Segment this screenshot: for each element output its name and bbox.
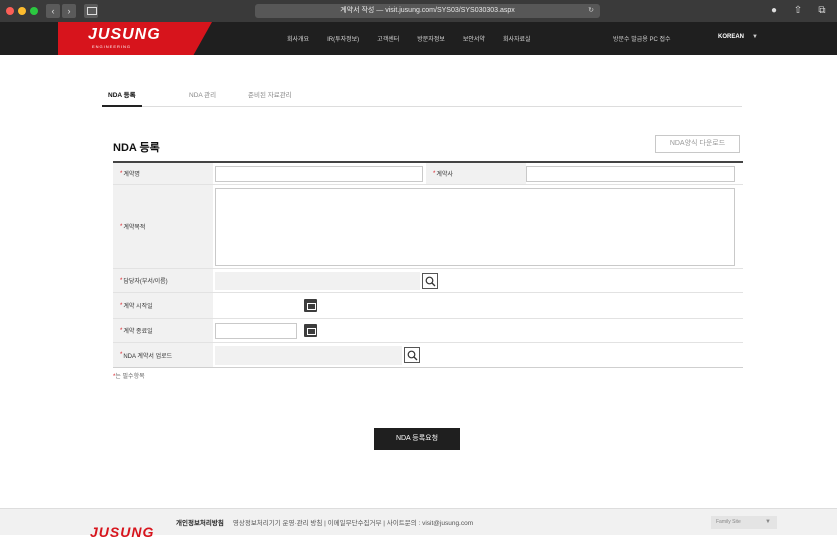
logo-block[interactable]: JUSUNG ENGINEERING [58, 22, 212, 55]
row-contract-name: * 계약명 * 계약사 [113, 163, 743, 185]
nav-item-security[interactable]: 보안서약 [463, 34, 485, 43]
chevron-down-icon: ▼ [752, 34, 758, 40]
row-end-date: * 계약 종료일 [113, 319, 743, 343]
sub-tabs: NDA 등록 NDA 관리 준비된 자료관리 [102, 89, 742, 107]
contractor-label: * 계약사 [426, 163, 526, 184]
row-start-date: * 계약 시작일 [113, 293, 743, 319]
zoom-window-button[interactable] [30, 7, 38, 15]
contract-name-input[interactable] [215, 166, 423, 182]
language-selector[interactable]: KOREAN ▼ [718, 34, 758, 40]
end-date-calendar-icon[interactable] [304, 324, 317, 337]
required-note: *는 필수항목 [113, 374, 145, 380]
browser-titlebar: ‹ › 계약서 작성 — visit.jusung.com/SYS03/SYS0… [0, 0, 837, 22]
site-logo-sub: ENGINEERING [92, 44, 132, 49]
minimize-window-button[interactable] [18, 7, 26, 15]
footer-logo: JUSUNG [90, 524, 155, 540]
manager-input[interactable] [215, 272, 420, 290]
toolbar-right: ● ⇧ ⧉ [767, 4, 829, 18]
sidebar-toggle-icon[interactable] [84, 4, 98, 18]
address-bar[interactable]: 계약서 작성 — visit.jusung.com/SYS03/SYS03030… [255, 4, 600, 18]
site-logo: JUSUNG [88, 26, 161, 43]
nav-item-visitor[interactable]: 방문자정보 [417, 34, 445, 43]
tab-nda-register[interactable]: NDA 등록 [102, 89, 142, 107]
site-header: JUSUNG ENGINEERING 회사개요 IR(투자정보) 고객센터 방문… [0, 22, 837, 55]
nav-item-ir[interactable]: IR(투자정보) [327, 34, 359, 43]
start-date-input[interactable] [215, 297, 297, 315]
contract-purpose-label: * 계약목적 [113, 185, 213, 268]
forward-button[interactable]: › [62, 4, 76, 18]
window-controls [6, 7, 38, 15]
start-date-label: * 계약 시작일 [113, 293, 213, 318]
footer-links: 개인정보처리방침 영상정보처리기기 운영·관리 방침 | 이메일무단수집거부 |… [176, 517, 473, 527]
end-date-label: * 계약 종료일 [113, 319, 213, 342]
nav-item-support[interactable]: 고객센터 [377, 34, 399, 43]
reload-icon[interactable]: ↻ [588, 4, 594, 18]
main-nav: 회사개요 IR(투자정보) 고객센터 방문자정보 보안서약 회사자료실 [287, 22, 531, 55]
start-date-calendar-icon[interactable] [304, 299, 317, 312]
back-button[interactable]: ‹ [46, 4, 60, 18]
nda-template-download-button[interactable]: NDA양식 다운로드 [655, 135, 740, 153]
language-label: KOREAN [718, 34, 745, 40]
close-window-button[interactable] [6, 7, 14, 15]
nav-arrows: ‹ › [46, 4, 78, 18]
upload-label: * NDA 계약서 업로드 [113, 343, 213, 367]
tab-nda-manage[interactable]: NDA 관리 [189, 89, 216, 107]
share-icon[interactable]: ⇧ [791, 4, 805, 18]
row-manager: * 담당자(부서/이름) [113, 269, 743, 293]
contract-name-label: * 계약명 [113, 163, 213, 184]
row-upload: * NDA 계약서 업로드 [113, 343, 743, 368]
search-icon [407, 350, 418, 361]
upload-search-button[interactable] [404, 347, 420, 363]
info-icon[interactable]: ● [767, 4, 781, 18]
contractor-input[interactable] [526, 166, 735, 182]
nav-item-archive[interactable]: 회사자료실 [503, 34, 531, 43]
manager-search-button[interactable] [422, 273, 438, 289]
privacy-policy-link[interactable]: 개인정보처리방침 [176, 520, 224, 527]
search-icon [425, 276, 436, 287]
site-footer: JUSUNG 개인정보처리방침 영상정보처리기기 운영·관리 방침 | 이메일무… [0, 508, 837, 540]
page-title: NDA 등록 [113, 142, 160, 154]
nav-item-company[interactable]: 회사개요 [287, 34, 309, 43]
family-site-select[interactable]: Family Site ▼ [711, 516, 777, 529]
row-contract-purpose: * 계약목적 [113, 185, 743, 269]
upload-file-input[interactable] [215, 346, 402, 365]
footer-link-list[interactable]: 영상정보처리기기 운영·관리 방침 | 이메일무단수집거부 | 사이트문의 : … [233, 520, 473, 527]
contract-purpose-textarea[interactable] [215, 188, 735, 266]
nda-submit-button[interactable]: NDA 등록요청 [374, 428, 460, 450]
address-bar-text: 계약서 작성 — visit.jusung.com/SYS03/SYS03030… [340, 7, 515, 14]
family-site-label: Family Site [716, 519, 741, 525]
chevron-down-icon: ▼ [765, 519, 771, 525]
nav-item-visit-pass[interactable]: 방문수 발급용 PC 접수 [613, 34, 671, 43]
tabs-icon[interactable]: ⧉ [815, 4, 829, 18]
end-date-input[interactable] [215, 323, 297, 339]
tab-material-manage[interactable]: 준비된 자료관리 [248, 89, 292, 107]
manager-label: * 담당자(부서/이름) [113, 269, 213, 292]
